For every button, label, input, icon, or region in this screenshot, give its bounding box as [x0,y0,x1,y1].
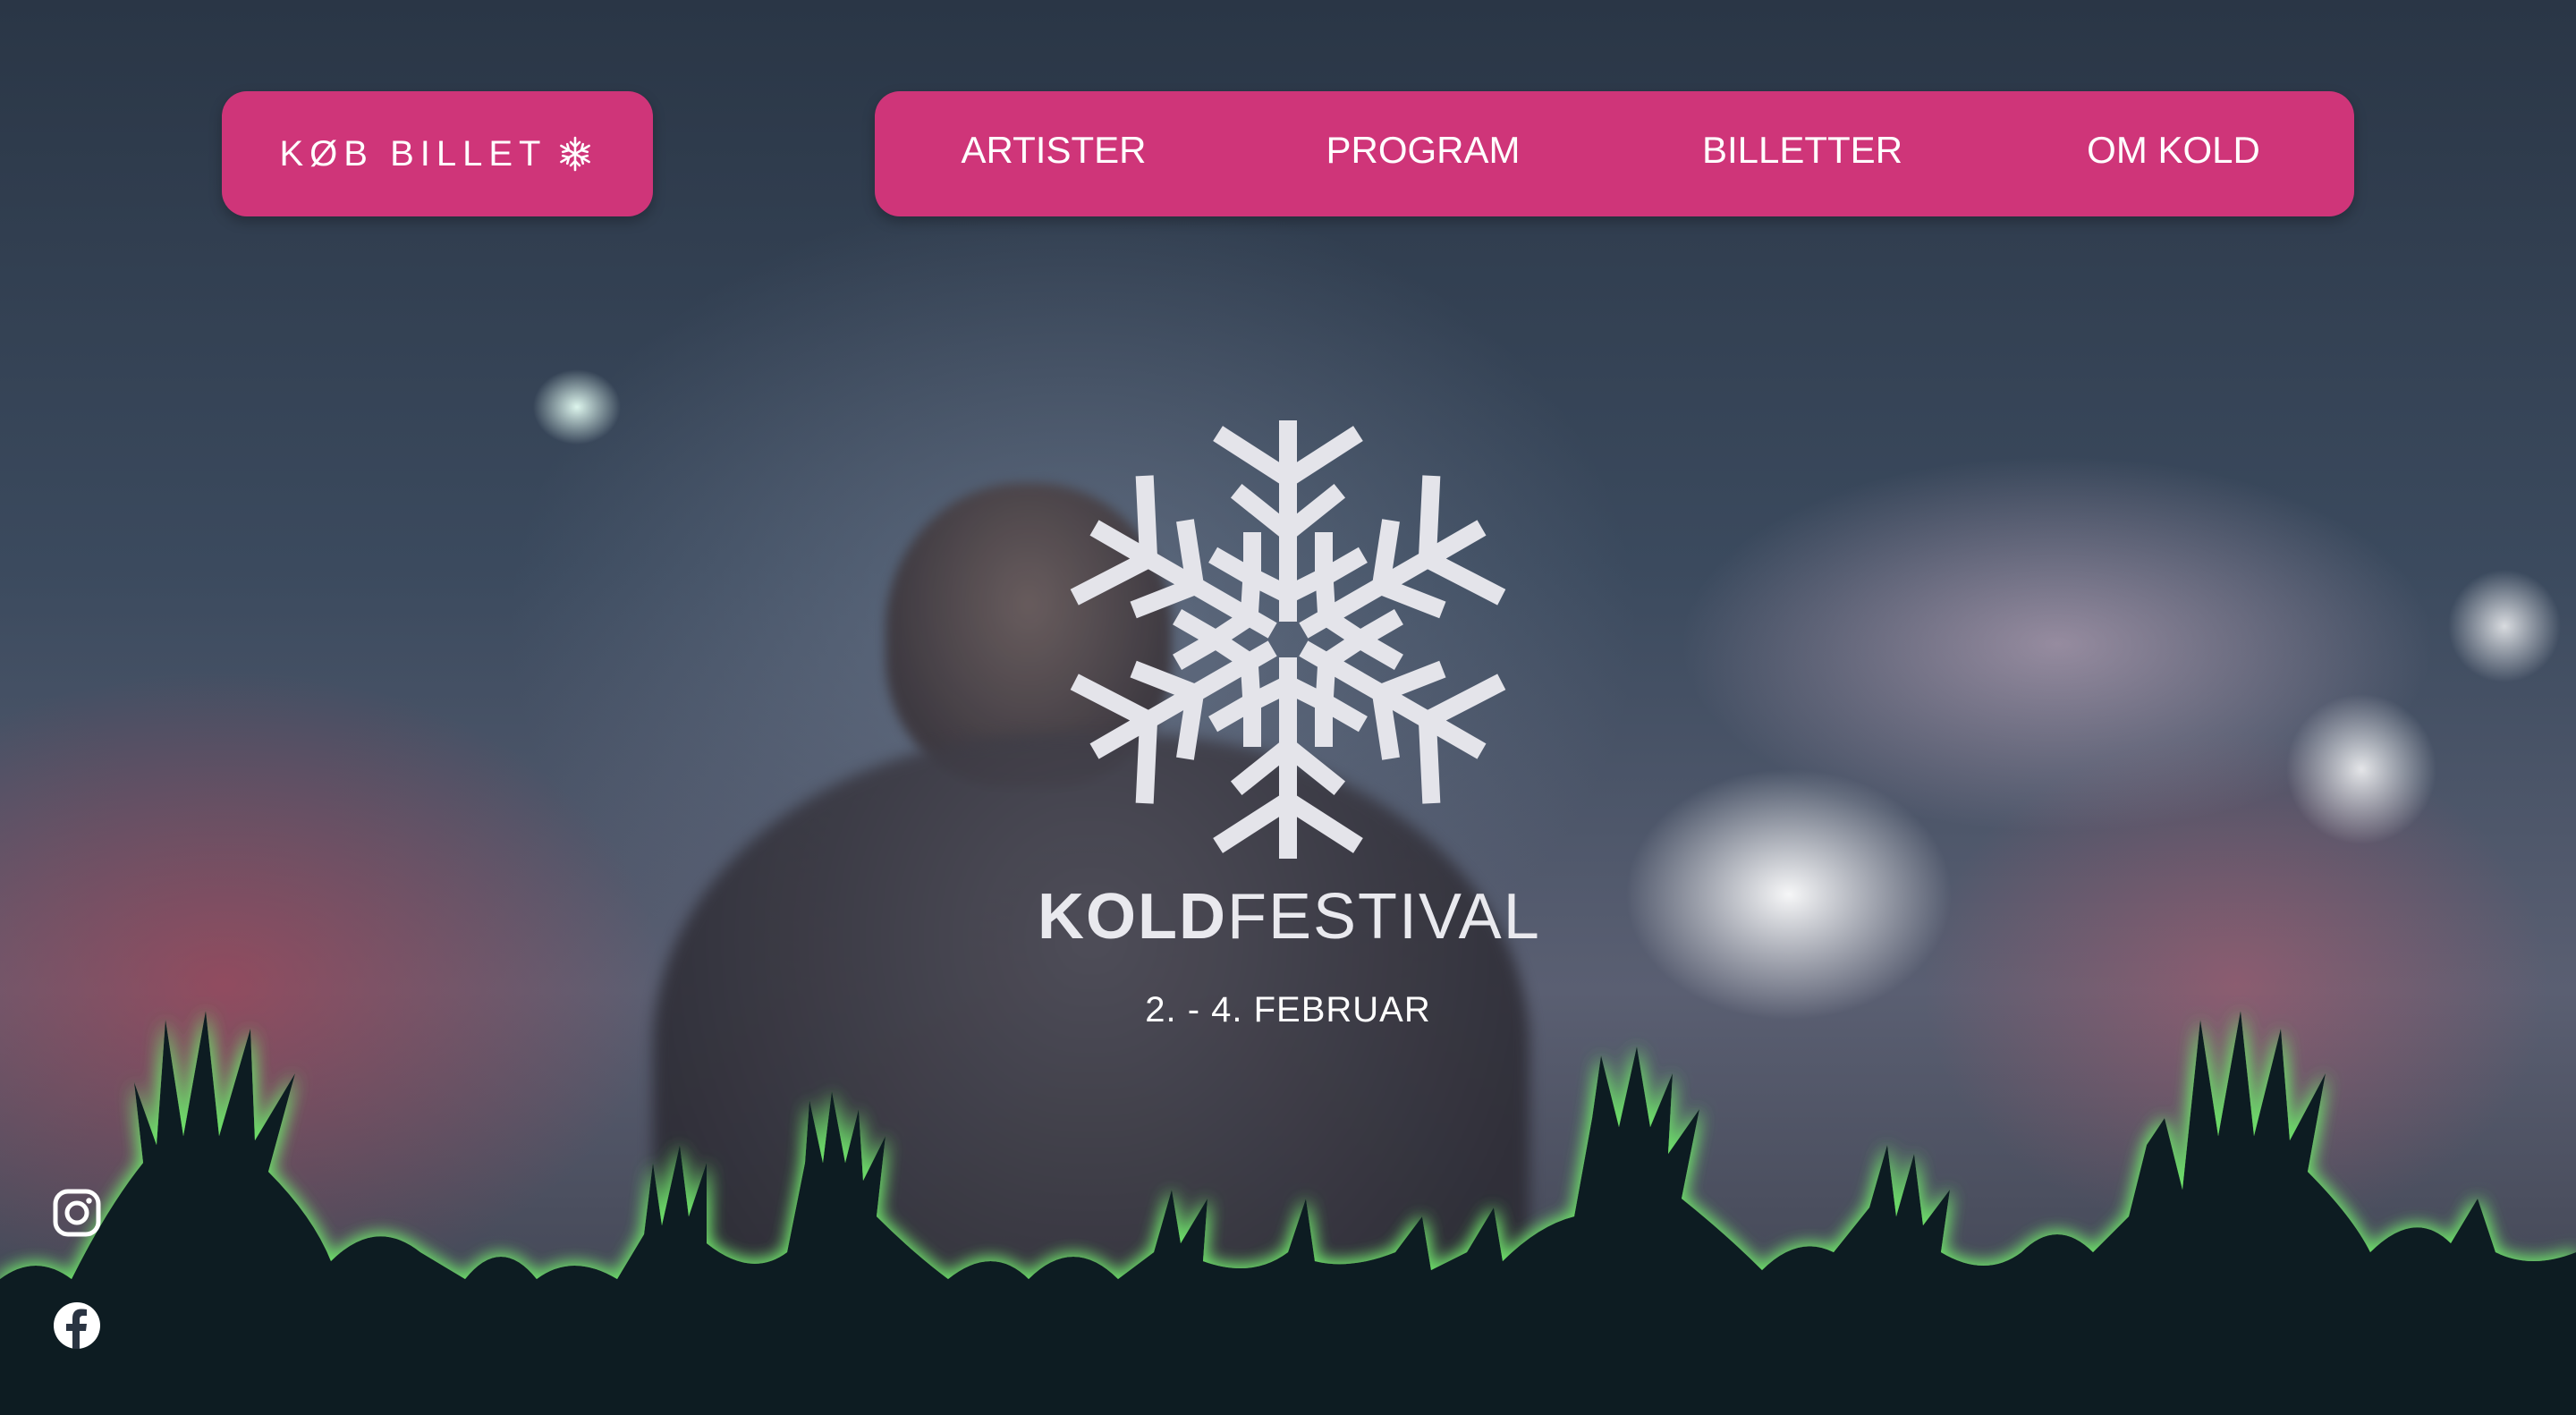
facebook-icon[interactable] [52,1301,102,1351]
crowd-silhouette [0,1011,2576,1415]
nav-item-billetter[interactable]: BILLETTER [1702,123,1902,177]
nav-item-program[interactable]: PROGRAM [1326,123,1520,177]
snowflake-logo [1038,420,1538,859]
instagram-icon[interactable] [52,1188,102,1238]
wordmark-bold: KOLD [1038,881,1227,953]
festival-wordmark: KOLDFESTIVAL [1038,885,1539,949]
buy-ticket-button[interactable]: KØB BILLET [222,91,653,216]
snowflake-icon [560,136,591,172]
nav-item-artister[interactable]: ARTISTER [962,123,1147,177]
main-nav: ARTISTER PROGRAM BILLETTER OM KOLD [875,91,2354,216]
wordmark-light: FESTIVAL [1226,881,1541,953]
hero-background: KØB BILLET ARTISTER PROGRAM BILLETTER OM… [0,0,2576,1415]
buy-ticket-label: KØB BILLET [279,133,547,174]
nav-item-om-kold[interactable]: OM KOLD [2087,123,2260,177]
